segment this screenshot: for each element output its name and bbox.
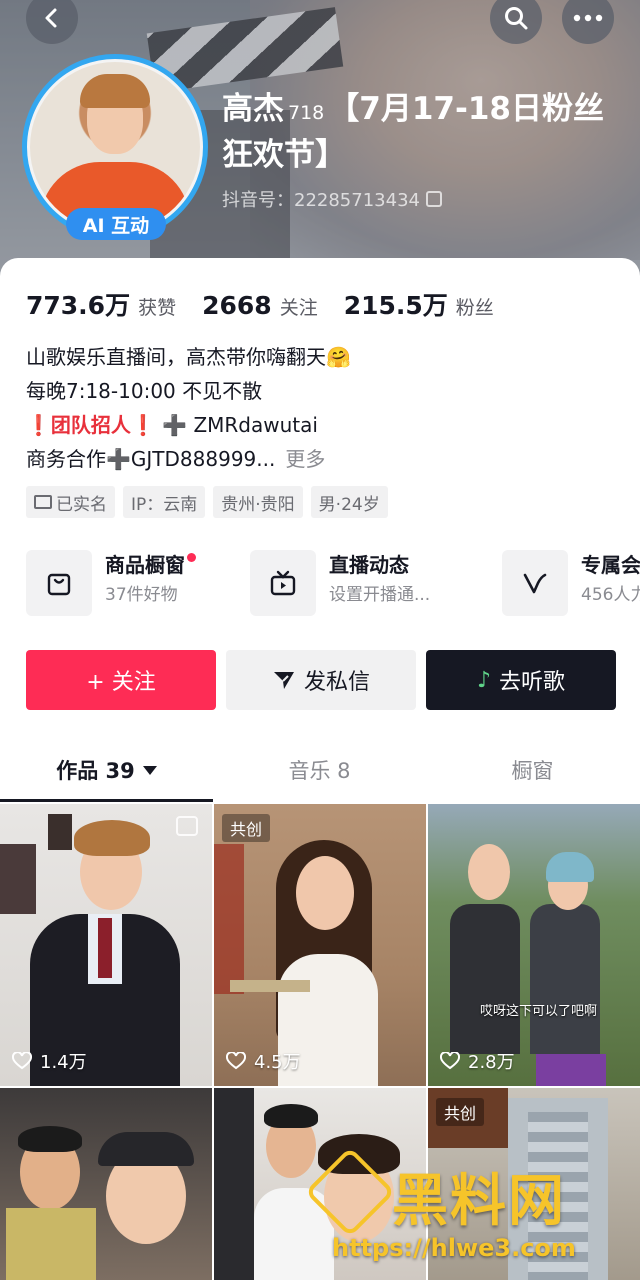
profile-card: 773.6万 获赞 2668 关注 215.5万 粉丝 山歌娱乐直播间，高杰带你…	[0, 258, 640, 1280]
video-likes: 2.8万	[440, 1048, 515, 1074]
video-likes: 1.4万	[12, 1048, 87, 1074]
video-tile[interactable]: 哎呀这下可以了吧啊 2.8万	[428, 804, 640, 1086]
bio-line: ❗团队招人❗ ➕ ZMRdawutai	[26, 413, 318, 437]
v-badge-icon	[523, 573, 547, 594]
video-caption: 哎呀这下可以了吧啊	[480, 1004, 598, 1019]
nickname-superscript: 718	[288, 102, 325, 124]
entry-product-showcase[interactable]: 商品橱窗 37件好物	[26, 550, 196, 616]
bio-line: 商务合作➕GJTD888999... 更多	[26, 447, 326, 471]
profile-stats: 773.6万 获赞 2668 关注 215.5万 粉丝	[26, 286, 520, 322]
avatar[interactable]	[30, 62, 200, 232]
douyin-id[interactable]: 抖音号：22285713434	[222, 186, 442, 212]
tv-icon	[270, 570, 296, 596]
heart-icon	[440, 1052, 460, 1070]
profile-tags: 已实名 IP：云南 贵州·贵阳 男·24岁	[26, 486, 388, 518]
caret-down-icon	[142, 765, 157, 775]
stat-following[interactable]: 2668 关注	[202, 291, 318, 320]
tag-ip-location: IP：云南	[123, 486, 206, 518]
tag-gender-age: 男·24岁	[310, 486, 388, 518]
stat-likes[interactable]: 773.6万 获赞	[26, 286, 176, 322]
more-dots-icon	[573, 14, 603, 22]
action-buttons: + 关注 发私信 ♪ 去听歌	[26, 650, 616, 710]
pinned-icon	[176, 816, 198, 836]
watermark-url: https://hlwe3.com	[332, 1234, 576, 1262]
ai-interaction-badge[interactable]: AI 互动	[66, 208, 166, 240]
shopping-bag-icon	[47, 573, 71, 596]
video-likes: 4.5万	[226, 1048, 301, 1074]
follow-button[interactable]: + 关注	[26, 650, 216, 710]
tab-works[interactable]: 作品 39	[0, 738, 213, 802]
notification-dot	[187, 553, 196, 562]
video-tile[interactable]: 共创 4.5万	[214, 804, 426, 1086]
profile-bio[interactable]: 山歌娱乐直播间，高杰带你嗨翻天🤗 每晚7:18-10:00 不见不散 ❗团队招人…	[26, 340, 626, 476]
tag-verified: 已实名	[26, 486, 115, 518]
bio-more-link[interactable]: 更多	[285, 447, 325, 471]
stat-followers[interactable]: 215.5万 粉丝	[344, 286, 494, 322]
copy-icon[interactable]	[425, 191, 442, 207]
bio-line: 每晚7:18-10:00 不见不散	[26, 379, 263, 403]
chevron-left-icon	[45, 8, 57, 28]
active-tab-indicator	[0, 799, 213, 802]
video-tile[interactable]: 1.4万	[0, 804, 212, 1086]
video-tile[interactable]	[0, 1088, 212, 1280]
entry-exclusive-membership[interactable]: 专属会 456人力	[502, 550, 640, 616]
co-creation-badge: 共创	[436, 1098, 485, 1126]
watermark-logo-icon	[304, 1146, 396, 1238]
send-arrow-icon	[273, 672, 294, 689]
tag-city: 贵州·贵阳	[213, 486, 303, 518]
entry-live-updates[interactable]: 直播动态 设置开播通...	[250, 550, 430, 616]
listen-music-button[interactable]: ♪ 去听歌	[426, 650, 616, 710]
tab-music[interactable]: 音乐 8	[213, 738, 426, 802]
bio-line: 山歌娱乐直播间，高杰带你嗨翻天🤗	[26, 345, 351, 369]
watermark: 黑料网 https://hlwe3.com	[304, 1146, 638, 1280]
heart-icon	[226, 1052, 246, 1070]
profile-nickname: 高杰 718 【7月17-18日粉丝狂欢节】	[222, 91, 604, 173]
tab-showcase[interactable]: 橱窗	[426, 738, 639, 802]
heart-icon	[12, 1052, 32, 1070]
watermark-brand: 黑料网	[392, 1169, 566, 1234]
co-creation-badge: 共创	[222, 814, 271, 842]
send-message-button[interactable]: 发私信	[226, 650, 416, 710]
feature-entries: 商品橱窗 37件好物 直播动态 设置开播通... 专属会 456人力	[26, 550, 640, 618]
id-card-icon	[34, 495, 52, 509]
music-note-icon: ♪	[476, 667, 492, 693]
search-icon	[505, 7, 528, 30]
content-tabs: 作品 39 音乐 8 橱窗	[0, 738, 640, 802]
